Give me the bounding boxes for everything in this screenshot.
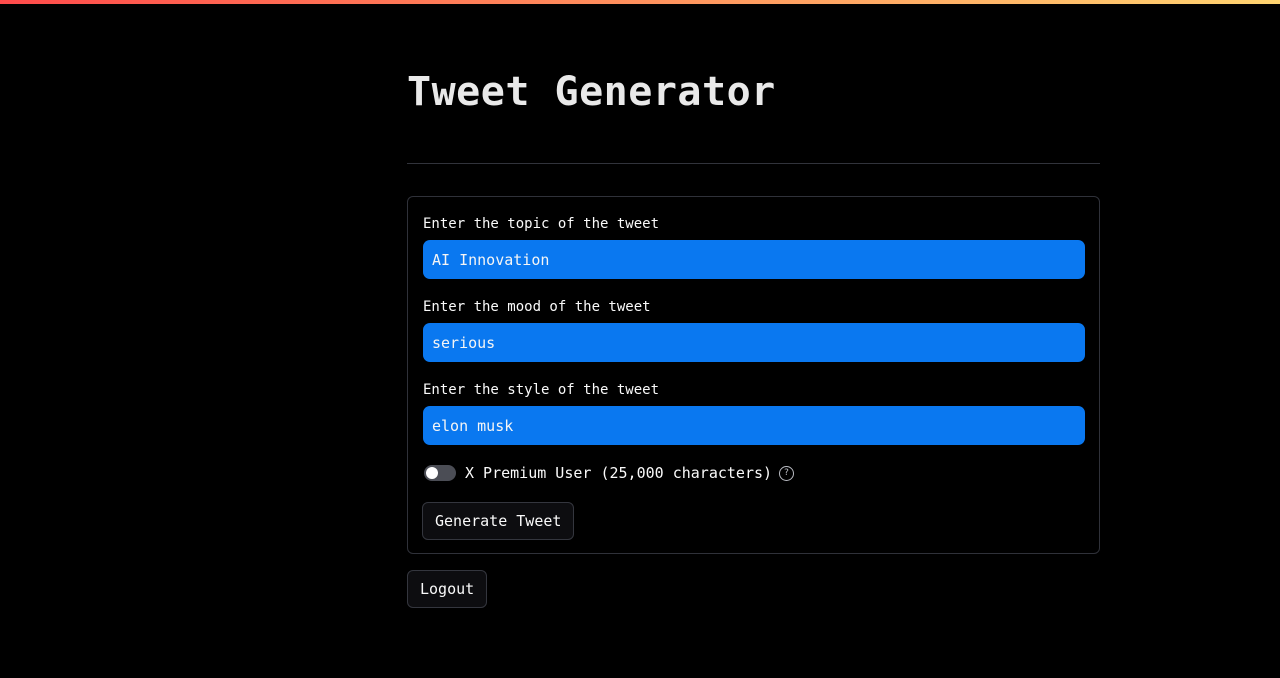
toggle-knob (426, 467, 438, 479)
premium-toggle[interactable] (424, 465, 456, 481)
question-circle-icon[interactable]: ? (779, 465, 795, 481)
premium-toggle-row: X Premium User (25,000 characters) ? (424, 462, 795, 484)
header-decoration-bar (0, 0, 1280, 4)
topic-input[interactable] (423, 240, 1085, 279)
page-title: Tweet Generator (407, 69, 776, 115)
premium-toggle-label: X Premium User (25,000 characters) (465, 464, 773, 482)
logout-button[interactable]: Logout (407, 570, 488, 608)
generate-tweet-button[interactable]: Generate Tweet (422, 502, 575, 540)
mood-label: Enter the mood of the tweet (423, 299, 651, 315)
title-divider (407, 163, 1100, 164)
style-input[interactable] (423, 406, 1085, 445)
mood-input[interactable] (423, 323, 1085, 362)
topic-label: Enter the topic of the tweet (423, 216, 660, 232)
tweet-form: Enter the topic of the tweet Enter the m… (407, 196, 1100, 554)
style-label: Enter the style of the tweet (423, 382, 660, 398)
